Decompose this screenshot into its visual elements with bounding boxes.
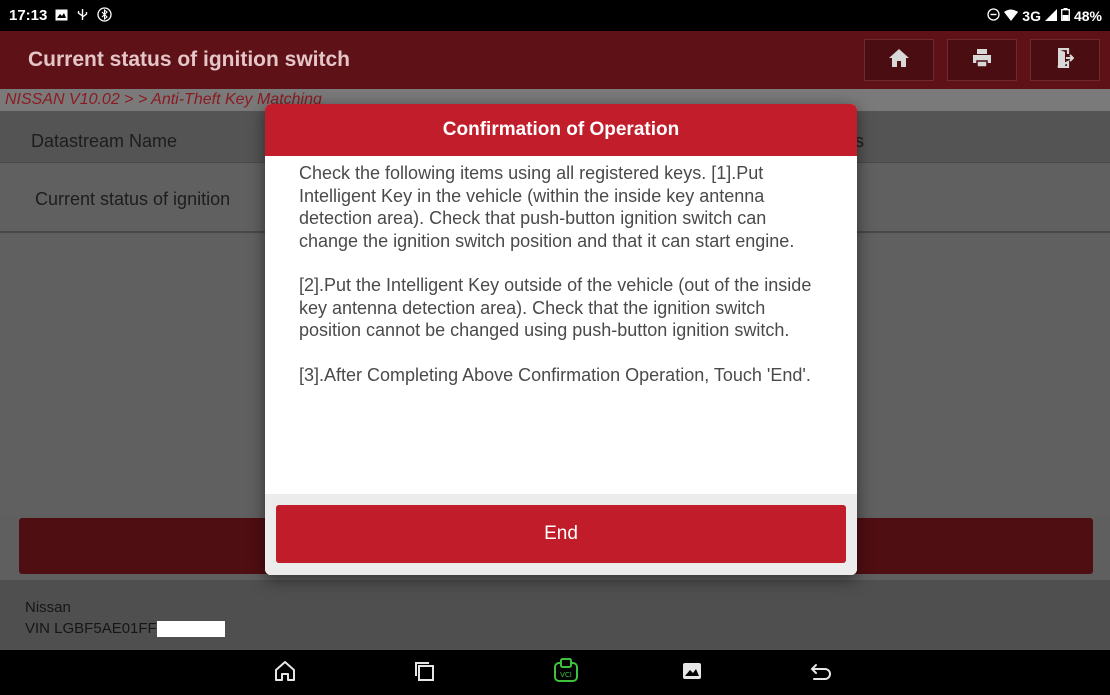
navigation-bar: VCI xyxy=(0,650,1110,695)
network-type: 3G xyxy=(1022,7,1041,24)
back-icon xyxy=(810,661,832,686)
wifi-icon xyxy=(1004,8,1019,24)
dialog-footer: End xyxy=(265,494,857,575)
battery-level: 48% xyxy=(1073,7,1102,24)
image-notification-icon xyxy=(55,8,68,24)
nav-back-button[interactable] xyxy=(806,658,836,688)
nav-gallery-button[interactable] xyxy=(677,658,707,688)
exit-button[interactable] xyxy=(1030,39,1100,81)
page-title: Current status of ignition switch xyxy=(28,48,351,71)
battery-icon xyxy=(1061,7,1070,24)
gallery-icon xyxy=(682,661,702,686)
print-icon xyxy=(972,48,992,73)
recent-apps-icon xyxy=(413,660,435,687)
home-icon xyxy=(273,659,297,688)
nav-vci-button[interactable]: VCI xyxy=(551,657,581,689)
vehicle-info: Nissan VIN LGBF5AE01FF xyxy=(0,580,1110,650)
signal-icon xyxy=(1044,8,1057,24)
dnd-icon xyxy=(987,7,1000,24)
confirmation-dialog: Confirmation of Operation Check the foll… xyxy=(265,104,857,575)
home-button[interactable] xyxy=(864,39,934,81)
column-header-name: Datastream Name xyxy=(31,131,178,151)
home-icon xyxy=(888,48,910,73)
bluetooth-icon xyxy=(97,6,113,25)
clock: 17:13 xyxy=(9,7,48,24)
dialog-paragraph: [3].After Completing Above Confirmation … xyxy=(299,364,811,385)
dialog-body: Check the following items using all regi… xyxy=(265,156,857,494)
end-button[interactable]: End xyxy=(276,505,846,563)
nav-recent-apps-button[interactable] xyxy=(409,658,439,688)
vehicle-vin: VIN LGBF5AE01FF xyxy=(25,620,157,637)
vehicle-make: Nissan xyxy=(25,599,71,616)
usb-icon xyxy=(76,8,89,24)
dialog-title: Confirmation of Operation xyxy=(265,104,857,156)
vin-redaction xyxy=(156,620,225,637)
vci-icon: VCI xyxy=(553,657,579,689)
dialog-paragraph: Check the following items using all regi… xyxy=(299,163,795,251)
dialog-paragraph: [2].Put the Intelligent Key outside of t… xyxy=(299,275,812,340)
title-bar: Current status of ignition switch xyxy=(0,31,1110,89)
status-bar: 17:13 3G 48% xyxy=(0,0,1110,31)
exit-icon xyxy=(1056,47,1075,73)
svg-text:VCI: VCI xyxy=(560,671,572,679)
nav-home-button[interactable] xyxy=(270,658,300,688)
print-button[interactable] xyxy=(947,39,1017,81)
datastream-name: Current status of ignition xyxy=(35,189,231,209)
